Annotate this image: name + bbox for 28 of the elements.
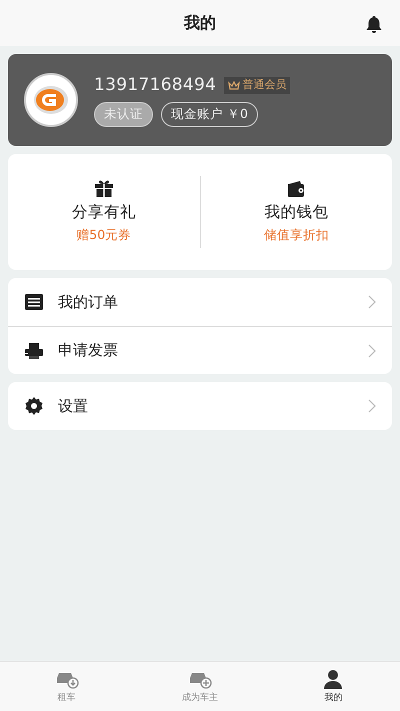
page-title: 我的 (184, 12, 216, 34)
chevron-icon (368, 295, 376, 309)
promo-subtitle: 赠50元券 (76, 226, 132, 244)
promo-title: 我的钱包 (264, 202, 328, 223)
wallet-icon (286, 179, 306, 199)
menu-item[interactable]: 我的订单 (8, 278, 392, 326)
cash-account[interactable]: 现金账户 ￥0 (161, 102, 258, 128)
menu-label: 申请发票 (58, 340, 119, 362)
chevron-icon (368, 344, 376, 358)
menu-label: 设置 (58, 396, 89, 417)
member-badge: 普通会员 (224, 77, 290, 94)
promo-item[interactable]: 我的钱包 储值享折扣 (200, 179, 392, 245)
promo-title: 分享有礼 (72, 202, 136, 223)
promo-item[interactable]: 分享有礼 赠50元券 (8, 179, 200, 245)
menu-item[interactable]: 申请发票 (8, 326, 392, 374)
settings-icon (24, 396, 44, 416)
gift-icon (94, 179, 114, 199)
chevron-icon (368, 399, 376, 413)
phone-number: 13917168494 (94, 74, 216, 97)
tab[interactable]: 租车 (0, 662, 134, 711)
tab[interactable]: 我的 (266, 662, 400, 711)
menu-item[interactable]: 设置 (8, 382, 392, 430)
printer-icon (24, 340, 44, 360)
promo-subtitle: 储值享折扣 (264, 226, 329, 244)
bell-icon[interactable] (364, 14, 384, 34)
logo-icon (24, 73, 78, 127)
list-icon (24, 292, 44, 312)
menu-label: 我的订单 (58, 292, 119, 313)
